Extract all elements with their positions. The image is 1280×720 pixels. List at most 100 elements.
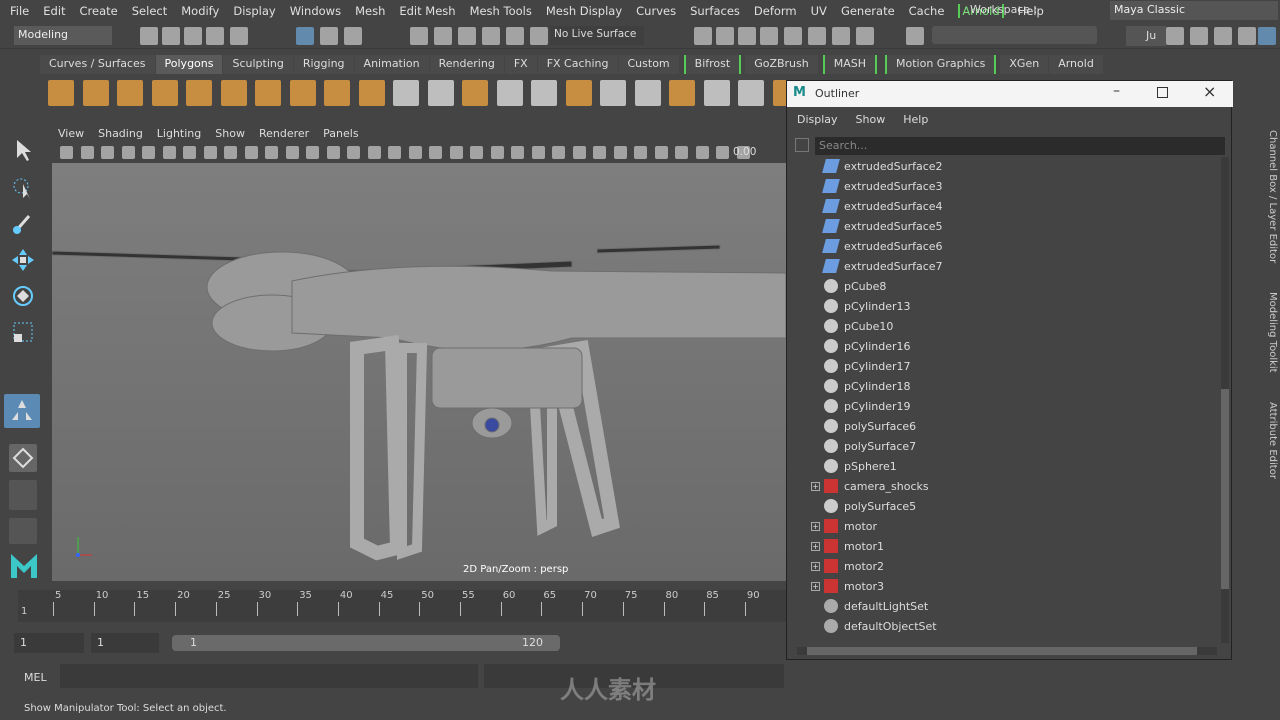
exposure-value[interactable]: 0.00 <box>733 146 756 158</box>
outliner-item[interactable]: polySurface7 <box>824 436 916 456</box>
outliner-item[interactable]: camera_shocks <box>824 476 929 496</box>
tab-gozbrush[interactable]: GoZBrush <box>745 55 818 74</box>
single-view-icon[interactable] <box>9 444 37 472</box>
menu-edit[interactable]: Edit <box>43 4 65 18</box>
menu-curves[interactable]: Curves <box>636 4 676 18</box>
viewport-tool-icon[interactable] <box>449 146 463 159</box>
status-tool-icon[interactable] <box>906 27 924 45</box>
status-tool-icon[interactable] <box>482 27 500 45</box>
status-tool-icon[interactable] <box>808 27 826 45</box>
outliner-menu-help[interactable]: Help <box>903 113 928 126</box>
viewport-tool-icon[interactable] <box>80 146 94 159</box>
outliner-item[interactable]: motor <box>824 516 877 536</box>
outliner-item[interactable]: polySurface6 <box>824 416 916 436</box>
current-start-field[interactable]: 1 <box>91 633 159 653</box>
workspace-select[interactable]: Maya Classic <box>1110 1 1278 20</box>
viewport-tool-icon[interactable] <box>716 146 729 159</box>
rotate-tool-icon[interactable] <box>9 282 37 310</box>
tab-rigging[interactable]: Rigging <box>293 55 354 74</box>
shelf-tool-icon[interactable] <box>220 80 247 106</box>
outliner-item[interactable]: extrudedSurface4 <box>822 196 943 216</box>
menu-file[interactable]: File <box>10 4 29 18</box>
viewport-tool-icon[interactable] <box>285 146 299 159</box>
scale-tool-icon[interactable] <box>9 318 37 346</box>
viewport-tool-icon[interactable] <box>408 146 422 159</box>
viewport-tool-icon[interactable] <box>121 146 135 159</box>
tab-motion-graphics[interactable]: Motion Graphics <box>885 55 997 74</box>
status-tool-icon[interactable] <box>694 27 712 45</box>
viewport-menu-shading[interactable]: Shading <box>98 127 143 140</box>
viewport-tool-icon[interactable] <box>347 146 360 159</box>
outliner-item[interactable]: defaultObjectSet <box>824 616 937 636</box>
outliner-menu-display[interactable]: Display <box>797 113 838 126</box>
status-tool-icon[interactable] <box>1190 27 1208 45</box>
shelf-tool-icon[interactable] <box>255 80 281 106</box>
tab-bifrost[interactable]: Bifrost <box>683 55 742 74</box>
menu-mesh-display[interactable]: Mesh Display <box>546 4 622 18</box>
viewport-tool-icon[interactable] <box>675 146 688 159</box>
status-tool-icon[interactable] <box>162 27 180 45</box>
outliner-item[interactable]: pCylinder13 <box>824 296 911 316</box>
status-tool-icon[interactable] <box>1238 27 1256 45</box>
shelf-tool-icon[interactable] <box>48 80 74 106</box>
status-tool-icon[interactable] <box>1214 27 1232 45</box>
input-field[interactable] <box>932 26 1097 44</box>
minimize-button[interactable]: – <box>1113 83 1120 99</box>
select-tool-icon[interactable] <box>9 136 37 164</box>
tab-xgen[interactable]: XGen <box>1000 55 1049 74</box>
four-view-icon[interactable] <box>9 480 37 510</box>
menu-deform[interactable]: Deform <box>754 4 797 18</box>
expand-icon[interactable]: + <box>811 542 820 551</box>
viewport-menu-renderer[interactable]: Renderer <box>259 127 309 140</box>
expand-icon[interactable]: + <box>811 562 820 571</box>
command-input[interactable] <box>60 664 478 688</box>
outliner-item[interactable]: motor3 <box>824 576 884 596</box>
viewport-tool-icon[interactable] <box>224 146 237 159</box>
shelf-tool-icon[interactable] <box>289 80 316 106</box>
shelf-tool-icon[interactable] <box>358 80 385 106</box>
shelf-tool-icon[interactable] <box>393 80 419 106</box>
viewport-tool-icon[interactable] <box>695 146 709 159</box>
status-tool-icon[interactable] <box>1258 27 1276 45</box>
tab-channel-box[interactable]: Channel Box / Layer Editor <box>1262 130 1278 280</box>
viewport-tool-icon[interactable] <box>183 146 196 159</box>
close-button[interactable]: × <box>1203 82 1216 101</box>
shelf-tool-icon[interactable] <box>531 80 557 106</box>
outliner-item[interactable]: extrudedSurface2 <box>822 157 943 176</box>
viewport-tool-icon[interactable] <box>470 146 483 159</box>
shelf-tool-icon[interactable] <box>669 80 695 106</box>
viewport-tool-icon[interactable] <box>60 146 73 159</box>
viewport-menu-lighting[interactable]: Lighting <box>157 127 201 140</box>
status-tool-icon[interactable] <box>344 27 362 45</box>
status-tool-icon[interactable] <box>184 27 202 45</box>
command-language-label[interactable]: MEL <box>24 671 47 684</box>
tab-animation[interactable]: Animation <box>354 55 429 74</box>
shelf-tool-icon[interactable] <box>565 80 592 106</box>
shelf-tool-icon[interactable] <box>634 80 661 106</box>
menu-generate[interactable]: Generate <box>841 4 895 18</box>
status-tool-icon[interactable] <box>140 27 158 45</box>
outliner-item[interactable]: extrudedSurface3 <box>822 176 943 196</box>
outliner-item[interactable]: defaultLightSet <box>824 596 928 616</box>
outliner-item[interactable]: polySurface5 <box>824 496 916 516</box>
menu-uv[interactable]: UV <box>811 4 827 18</box>
shelf-tool-icon[interactable] <box>462 80 488 106</box>
viewport-tool-icon[interactable] <box>654 146 668 159</box>
outliner-item[interactable]: pCube8 <box>824 276 886 296</box>
status-tool-icon[interactable] <box>738 27 756 45</box>
two-view-icon[interactable] <box>9 518 37 544</box>
tab-modeling-toolkit[interactable]: Modeling Toolkit <box>1262 292 1278 392</box>
menu-display[interactable]: Display <box>233 4 275 18</box>
outliner-item[interactable]: pCylinder19 <box>824 396 911 416</box>
status-tool-icon[interactable] <box>832 27 850 45</box>
status-tool-icon[interactable] <box>206 27 224 45</box>
viewport-tool-icon[interactable] <box>429 146 442 159</box>
viewport-tool-icon[interactable] <box>613 146 627 159</box>
outliner-item[interactable]: extrudedSurface7 <box>822 256 943 276</box>
shelf-tool-icon[interactable] <box>186 80 212 106</box>
menu-mesh[interactable]: Mesh <box>355 4 385 18</box>
outliner-item[interactable]: extrudedSurface6 <box>822 236 943 256</box>
tab-fx[interactable]: FX <box>504 55 537 74</box>
range-slider[interactable]: 1 120 <box>172 635 560 651</box>
status-tool-icon[interactable] <box>410 27 428 45</box>
